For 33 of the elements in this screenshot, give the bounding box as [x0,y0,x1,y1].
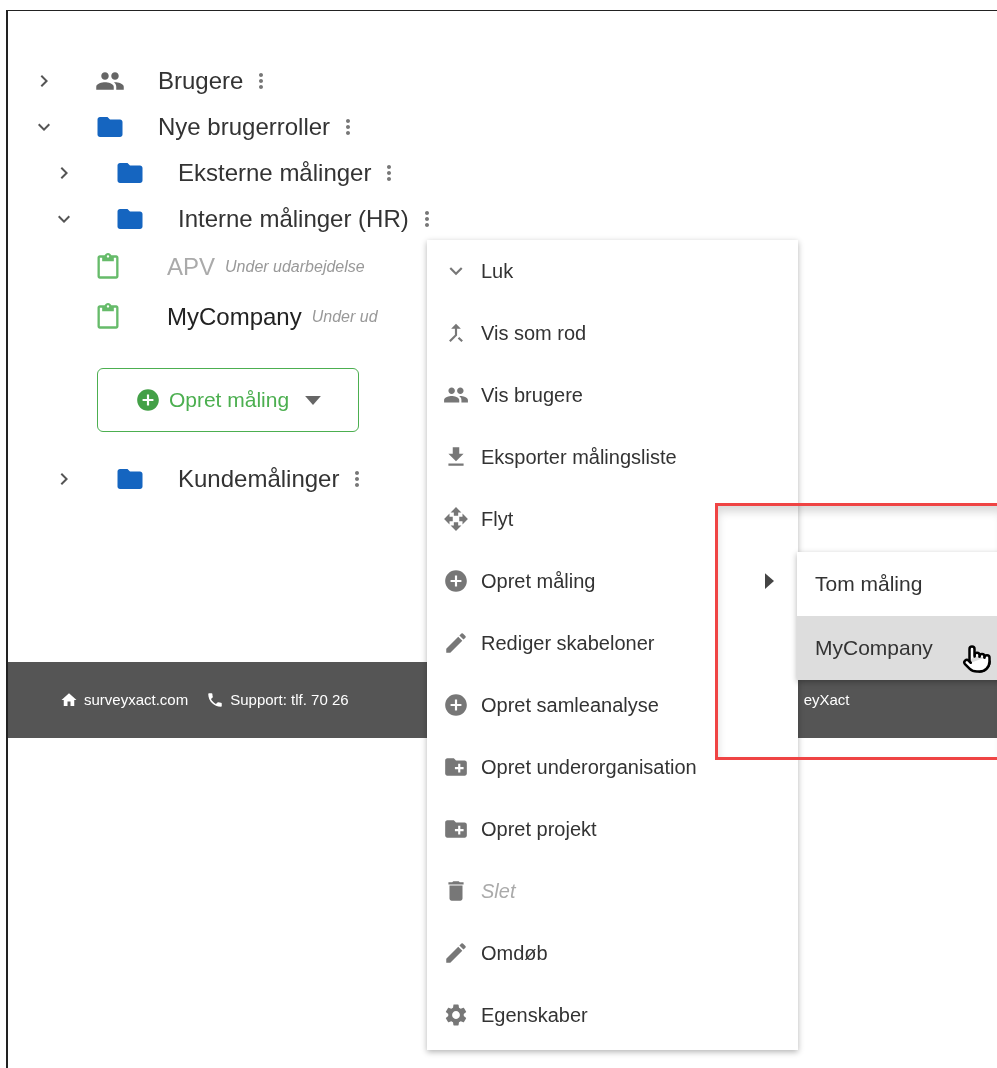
tree-item[interactable]: Interne målinger (HR) [178,201,409,237]
menu-item[interactable]: Omdøb [427,922,798,984]
menu-item[interactable]: Flyt [427,488,798,550]
submenu-item[interactable]: MyCompany [797,616,997,680]
menu-item[interactable]: Vis brugere [427,364,798,426]
pencil-icon [443,940,469,966]
pencil-icon [443,630,469,656]
menu-item[interactable]: Eksporter målingsliste [427,426,798,488]
menu-item[interactable]: Vis som rod [427,302,798,364]
home-icon [60,691,78,709]
survey-status: Under ud [311,307,378,327]
survey-status: Under udarbejdelse [225,257,365,277]
tree-item[interactable]: Kundemålinger [178,461,340,497]
tree-item[interactable]: Eksterne målinger [178,155,372,191]
survey-name[interactable]: MyCompany [167,299,302,335]
menu-item[interactable]: Egenskaber [427,984,798,1046]
menu-item[interactable]: Rediger skabeloner [427,612,798,674]
menu-item[interactable]: Opret underorganisation [427,736,798,798]
settings-icon [443,1002,469,1028]
menu-item[interactable]: Opret samleanalyse [427,674,798,736]
move-icon [443,506,469,532]
hand-cursor-icon [962,642,992,676]
menu-item[interactable]: Opret måling [427,550,798,612]
caret-icon [305,395,322,405]
footer-link[interactable]: Support: tlf. 70 26 [230,688,349,712]
tree-item[interactable]: Brugere [158,63,244,99]
menu-item[interactable]: Luk [427,240,798,302]
menu-item[interactable]: Opret projekt [427,798,798,860]
submenu-item[interactable]: Tom måling [797,552,997,616]
phone-icon [206,691,225,709]
tree-item[interactable]: Nye brugerroller [158,109,331,145]
footer-link[interactable]: eyXact [803,688,850,712]
footer-link[interactable]: surveyxact.com [84,688,189,712]
